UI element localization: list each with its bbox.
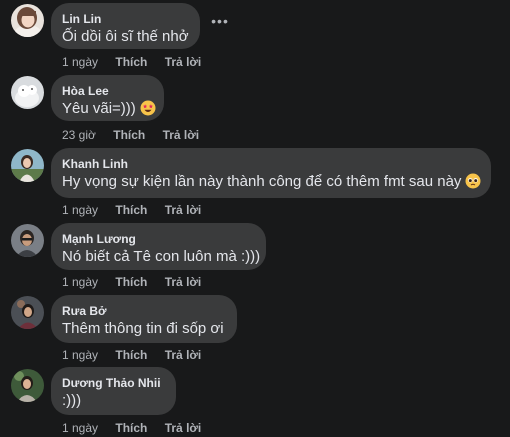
comment-author[interactable]: Rưa Bở [62, 303, 225, 319]
comment-text-row: Yêu vãi=))) [62, 99, 156, 122]
avatar[interactable] [11, 296, 44, 329]
comment-actions: 1 ngày Thích Trả lời [62, 202, 215, 218]
avatar[interactable] [11, 149, 44, 182]
comment-author[interactable]: Lin Lin [62, 11, 188, 27]
like-button[interactable]: Thích [113, 127, 145, 143]
comment-text: Hy vọng sự kiện lần này thành công để có… [62, 173, 462, 190]
comment-author[interactable]: Hòa Lee [62, 83, 152, 99]
like-button[interactable]: Thích [115, 420, 147, 436]
comment-time[interactable]: 1 ngày [62, 274, 98, 290]
comment-text: Ối dồi ôi sĩ thế nhở [62, 28, 189, 45]
comment-text-row: Hy vọng sự kiện lần này thành công để có… [62, 172, 481, 195]
comment-actions: 1 ngày Thích Trả lời [62, 274, 215, 290]
comment-actions: 1 ngày Thích Trả lời [62, 54, 215, 70]
star-struck-emoji [140, 100, 156, 122]
reply-button[interactable]: Trả lời [165, 54, 202, 70]
reply-button[interactable]: Trả lời [165, 274, 202, 290]
comment-time[interactable]: 1 ngày [62, 420, 98, 436]
comment-bubble: Rưa Bở Thêm thông tin đi sốp ơi [51, 295, 237, 343]
avatar[interactable] [11, 369, 44, 402]
like-button[interactable]: Thích [115, 54, 147, 70]
comment-time[interactable]: 1 ngày [62, 347, 98, 363]
comment-author[interactable]: Dương Thảo Nhii [62, 375, 164, 391]
like-button[interactable]: Thích [115, 274, 147, 290]
comment-author[interactable]: Khanh Linh [62, 156, 479, 172]
comment-bubble: Mạnh Lương Nó biết cả Tê con luôn mà :))… [51, 223, 266, 270]
comment-bubble: Lin Lin Ối dồi ôi sĩ thế nhở [51, 3, 200, 49]
comment-actions: 23 giờ Thích Trả lời [62, 127, 213, 143]
comment-author[interactable]: Mạnh Lương [62, 231, 254, 247]
comment-text: Thêm thông tin đi sốp ơi [62, 320, 224, 337]
comment-text: :))) [62, 392, 82, 409]
comment-text: Yêu vãi=))) [62, 100, 136, 117]
more-horizontal-icon[interactable]: ••• [211, 12, 229, 30]
reply-button[interactable]: Trả lời [165, 420, 202, 436]
avatar[interactable] [11, 76, 44, 109]
comment-time[interactable]: 1 ngày [62, 202, 98, 218]
comment-bubble: Hòa Lee Yêu vãi=))) [51, 75, 164, 121]
comment-list: Lin Lin Ối dồi ôi sĩ thế nhở ••• 1 ngày … [0, 0, 510, 437]
reply-button[interactable]: Trả lời [163, 127, 200, 143]
comment-time[interactable]: 1 ngày [62, 54, 98, 70]
comment-bubble: Dương Thảo Nhii :))) [51, 367, 176, 415]
reply-button[interactable]: Trả lời [165, 347, 202, 363]
avatar[interactable] [11, 224, 44, 257]
comment-actions: 1 ngày Thích Trả lời [62, 420, 215, 436]
comment-actions: 1 ngày Thích Trả lời [62, 347, 215, 363]
avatar[interactable] [11, 4, 44, 37]
pleading-face-emoji [465, 173, 481, 195]
comment-bubble: Khanh Linh Hy vọng sự kiện lần này thành… [51, 148, 491, 198]
like-button[interactable]: Thích [115, 202, 147, 218]
comment-text: Nó biết cả Tê con luôn mà :))) [62, 248, 261, 265]
reply-button[interactable]: Trả lời [165, 202, 202, 218]
comment-time[interactable]: 23 giờ [62, 127, 96, 143]
like-button[interactable]: Thích [115, 347, 147, 363]
